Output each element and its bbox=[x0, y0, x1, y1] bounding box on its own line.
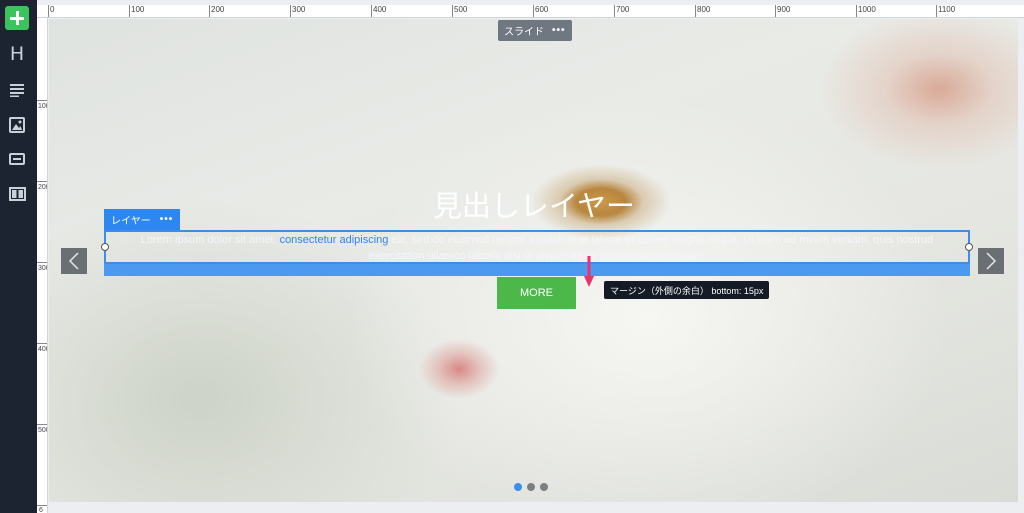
margin-bottom-indicator[interactable] bbox=[104, 264, 970, 276]
paragraph-text-start: Lorem ipsum dolor sit amet, bbox=[140, 234, 280, 246]
left-toolbar: H bbox=[0, 0, 37, 513]
ruler-label: 500 bbox=[454, 5, 468, 14]
pagination-dot[interactable] bbox=[540, 483, 548, 491]
slide-menu-icon[interactable]: ••• bbox=[552, 25, 566, 36]
ruler-label: 400 bbox=[373, 5, 387, 14]
slide-label: スライド bbox=[504, 27, 544, 38]
heading-layer[interactable]: 見出しレイヤー bbox=[397, 190, 671, 224]
paragraph-link[interactable]: consectetur adipiscing bbox=[280, 234, 389, 246]
slide-next-button[interactable] bbox=[978, 248, 1004, 274]
chevron-right-icon bbox=[986, 252, 997, 270]
slide-pagination bbox=[514, 483, 548, 491]
layer-menu-icon[interactable]: ••• bbox=[160, 214, 174, 225]
resize-handle-left[interactable] bbox=[101, 243, 109, 251]
add-icon[interactable] bbox=[5, 6, 29, 30]
layer-toolbar[interactable]: レイヤー ••• bbox=[104, 209, 181, 230]
ruler-label: 0 bbox=[50, 5, 55, 14]
ruler-vertical: 100 200 300 400 500 6 bbox=[37, 18, 48, 513]
image-icon[interactable] bbox=[4, 112, 30, 138]
ruler-horizontal: 0 100 200 300 400 500 600 700 800 900 10… bbox=[37, 5, 1024, 18]
ruler-label: 900 bbox=[777, 5, 791, 14]
ruler-label: 6 bbox=[39, 507, 43, 513]
chevron-left-icon bbox=[68, 252, 79, 270]
ruler-label: 500 bbox=[38, 427, 47, 434]
pagination-dot[interactable] bbox=[514, 483, 522, 491]
ruler-label: 700 bbox=[616, 5, 630, 14]
ruler-label: 200 bbox=[211, 5, 225, 14]
text-icon[interactable] bbox=[4, 77, 30, 103]
layer-label: レイヤー bbox=[111, 216, 151, 227]
pagination-dot[interactable] bbox=[527, 483, 535, 491]
paragraph-text-end: elit, sed do eiusmod tempor incididunt u… bbox=[368, 234, 934, 262]
ruler-label: 600 bbox=[535, 5, 549, 14]
ruler-label: 100 bbox=[38, 103, 47, 110]
ruler-label: 300 bbox=[38, 265, 47, 272]
more-button[interactable]: MORE bbox=[497, 277, 576, 309]
margin-tooltip: マージン（外側の余白） bottom: 15px bbox=[604, 281, 770, 299]
paragraph-text[interactable]: Lorem ipsum dolor sit amet, consectetur … bbox=[112, 232, 962, 264]
margin-drag-arrow-icon[interactable] bbox=[584, 256, 594, 288]
ruler-label: 100 bbox=[131, 5, 145, 14]
slide-prev-button[interactable] bbox=[61, 248, 87, 274]
ruler-label: 300 bbox=[292, 5, 306, 14]
ruler-label: 400 bbox=[38, 346, 47, 353]
slide-toolbar[interactable]: スライド ••• bbox=[498, 20, 572, 41]
heading-icon[interactable]: H bbox=[4, 41, 30, 67]
ruler-label: 800 bbox=[697, 5, 711, 14]
ruler-label: 1000 bbox=[858, 5, 876, 14]
ruler-label: 1100 bbox=[938, 5, 956, 14]
button-icon[interactable] bbox=[4, 146, 30, 172]
resize-handle-right[interactable] bbox=[965, 243, 973, 251]
ruler-label: 200 bbox=[38, 184, 47, 191]
columns-icon[interactable] bbox=[4, 181, 30, 207]
